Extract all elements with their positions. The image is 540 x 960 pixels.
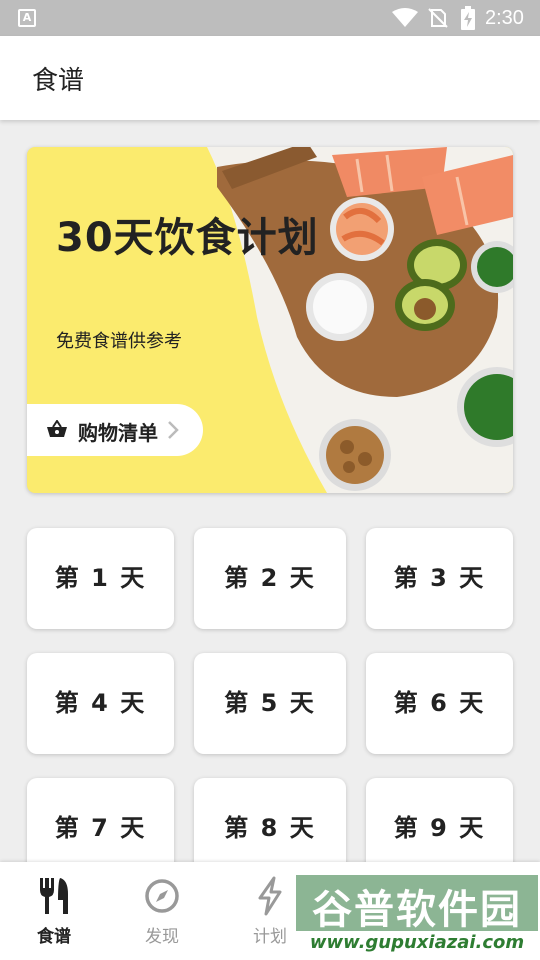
watermark-title: 谷普软件园 <box>312 887 522 933</box>
day-card-4[interactable]: 第 4 天 <box>27 653 174 754</box>
banner-title: 30天饮食计划 <box>56 215 319 261</box>
no-sim-icon <box>428 8 448 28</box>
utensils-icon <box>40 878 68 914</box>
day-label: 第 2 天 <box>224 564 316 592</box>
day-label: 第 1 天 <box>54 564 147 592</box>
day-card-2[interactable]: 第 2 天 <box>194 528 346 629</box>
meal-plan-banner[interactable]: 30天饮食计划 免费食谱供参考 购物清单 <box>27 147 513 493</box>
watermark-url: www.gupuxiazai.com <box>296 931 538 955</box>
basket-icon <box>47 420 67 437</box>
day-card-1[interactable]: 第 1 天 <box>27 528 174 629</box>
banner-subtitle: 免费食谱供参考 <box>56 331 182 352</box>
app-bar: 食谱 <box>0 36 540 120</box>
page-title: 食谱 <box>32 66 85 96</box>
app-notification-icon: A <box>18 9 36 27</box>
day-label: 第 6 天 <box>393 689 486 717</box>
lightning-icon <box>258 876 282 916</box>
chevron-right-icon <box>168 421 179 439</box>
nav-item-discover[interactable]: 发现 <box>108 862 216 960</box>
nav-label: 发现 <box>145 927 179 947</box>
compass-icon <box>145 879 179 913</box>
day-label: 第 4 天 <box>54 689 147 717</box>
clock: 2:30 <box>485 7 524 29</box>
day-label: 第 5 天 <box>224 689 316 717</box>
status-bar: A 2:30 <box>0 0 540 36</box>
day-card-5[interactable]: 第 5 天 <box>194 653 346 754</box>
nav-label: 食谱 <box>37 927 71 947</box>
wifi-icon <box>392 8 418 27</box>
day-card-3[interactable]: 第 3 天 <box>366 528 513 629</box>
shopping-list-button[interactable]: 购物清单 <box>27 404 203 456</box>
day-label: 第 3 天 <box>393 564 486 592</box>
battery-charging-icon <box>461 6 475 30</box>
watermark: 谷普软件园 www.gupuxiazai.com <box>296 875 538 955</box>
shopping-list-label: 购物清单 <box>78 421 158 445</box>
day-card-6[interactable]: 第 6 天 <box>366 653 513 754</box>
nav-item-recipes[interactable]: 食谱 <box>0 862 108 960</box>
